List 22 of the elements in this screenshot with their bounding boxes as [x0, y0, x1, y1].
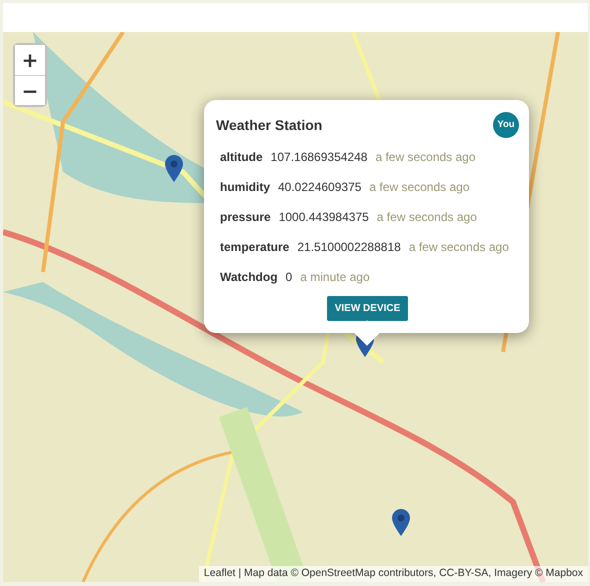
reading-value: 21.5100002288818 — [297, 239, 401, 256]
reading-name: temperature — [220, 239, 290, 256]
reading-time: a few seconds ago — [376, 209, 477, 226]
map-marker-icon[interactable] — [392, 509, 410, 536]
popup-title: Weather Station — [216, 116, 322, 134]
reading-time: a few seconds ago — [369, 179, 470, 196]
reading-time: a few seconds ago — [375, 149, 476, 166]
zoom-out-button[interactable]: − — [15, 75, 45, 105]
reading-value: 1000.443984375 — [278, 209, 369, 226]
reading-time: a minute ago — [300, 269, 370, 286]
reading-name: Watchdog — [220, 269, 278, 286]
reading-value: 40.0224609375 — [278, 179, 362, 196]
you-badge: You — [493, 112, 519, 138]
reading-name: pressure — [220, 209, 271, 226]
map-marker-icon[interactable] — [165, 155, 183, 182]
reading-value: 107.16869354248 — [270, 149, 368, 166]
reading-value: 0 — [286, 269, 292, 286]
reading-time: a few seconds ago — [408, 239, 509, 256]
view-device-button[interactable]: VIEW DEVICE — [326, 296, 408, 321]
map-attribution: Leaflet | Map data © OpenStreetMap contributors, CC-BY-SA, Imagery © Mapbox — [198, 566, 588, 582]
reading-name: humidity — [220, 179, 270, 196]
reading-name: altitude — [220, 149, 263, 166]
